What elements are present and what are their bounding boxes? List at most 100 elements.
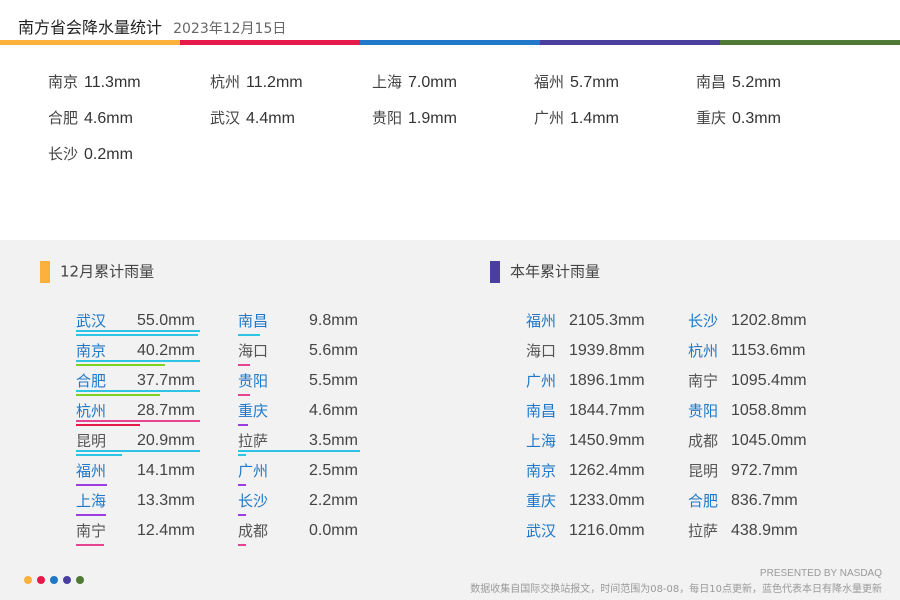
dot-yellow (24, 576, 32, 584)
city-name: 武汉 (526, 522, 557, 540)
today-value: 1.4mm (570, 110, 619, 127)
city-value: 14.1mm (137, 462, 195, 479)
city-row: 福州 14.1mm (76, 456, 195, 486)
city-row: 重庆 4.6mm (238, 396, 358, 426)
city-row: 长沙 2.2mm (238, 486, 358, 516)
city-row: 成都 0.0mm (238, 516, 358, 546)
today-city: 重庆 (695, 109, 726, 127)
today-value: 11.3mm (84, 74, 141, 91)
city-value: 2105.3mm (569, 312, 645, 329)
city-value: 972.7mm (731, 462, 798, 479)
today-value: 5.7mm (570, 74, 619, 91)
city-row: 上海 1450.9mm (526, 426, 645, 456)
city-row: 成都 1045.0mm (688, 426, 807, 456)
today-value: 5.2mm (732, 74, 781, 91)
today-rainfall: 南京 11.3mm 杭州 11.2mm 上海 7.0mm 福州 5.7mm 南昌 5.2mm 合肥 4… (40, 70, 880, 166)
city-name: 长沙 (238, 492, 269, 510)
presented-by: PRESENTED BY NASDAQ (759, 568, 882, 579)
city-value: 1058.8mm (731, 402, 807, 419)
rain-bar-secondary (76, 360, 200, 362)
city-name: 长沙 (688, 312, 719, 330)
today-value: 11.2mm (246, 74, 303, 91)
city-value: 9.8mm (309, 312, 358, 329)
december-column-1: 武汉 55.0mm 南京 40.2mm 合肥 37.7mm 杭州 28.7mm 昆明 20.9mm… (76, 306, 200, 546)
rain-bar-secondary (76, 450, 200, 452)
city-row: 武汉 55.0mm (76, 306, 200, 336)
today-value: 4.6mm (84, 110, 133, 127)
city-value: 1233.0mm (569, 492, 645, 509)
city-name: 重庆 (238, 402, 269, 420)
city-row: 杭州 1153.6mm (688, 336, 805, 366)
city-value: 1450.9mm (569, 432, 645, 449)
city-value: 13.3mm (137, 492, 195, 509)
city-row: 武汉 1216.0mm (526, 516, 645, 546)
city-value: 1939.8mm (569, 342, 645, 359)
today-item: 杭州 11.2mm (202, 70, 364, 94)
city-value: 2.2mm (309, 492, 358, 509)
today-item: 重庆 0.3mm (688, 106, 850, 130)
december-heading: 12月累计雨量 (40, 259, 154, 283)
city-row: 长沙 1202.8mm (688, 306, 807, 336)
city-row: 海口 1939.8mm (526, 336, 645, 366)
city-row: 合肥 37.7mm (76, 366, 200, 396)
rain-bar-secondary (76, 390, 200, 392)
city-name: 杭州 (688, 342, 719, 360)
cumulative-panel: 12月累计雨量 本年累计雨量 武汉 55.0mm 南京 40.2mm 合肥 37.7mm 杭… (0, 240, 900, 600)
today-item: 上海 7.0mm (364, 70, 526, 94)
dot-indigo (63, 576, 71, 584)
color-divider (0, 40, 900, 45)
city-name: 上海 (76, 492, 107, 510)
today-value: 0.2mm (84, 146, 133, 163)
city-name: 贵阳 (238, 372, 269, 390)
dot-red (37, 576, 45, 584)
dot-blue (50, 576, 58, 584)
city-row: 南京 40.2mm (76, 336, 200, 366)
city-row: 合肥 836.7mm (688, 486, 798, 516)
city-value: 1202.8mm (731, 312, 807, 329)
divider-yellow (0, 40, 180, 45)
city-name: 拉萨 (688, 522, 719, 540)
city-name: 南宁 (688, 372, 719, 390)
footer-note: 数据收集自国际交换站报文，时间范围为08-08，每日10点更新，蓝色代表本日有降… (470, 584, 882, 595)
city-name: 海口 (238, 342, 269, 360)
city-row: 广州 1896.1mm (526, 366, 645, 396)
page-title: 南方省会降水量统计 (18, 18, 163, 37)
today-grid: 南京 11.3mm 杭州 11.2mm 上海 7.0mm 福州 5.7mm 南昌 5.2mm 合肥 4… (40, 70, 880, 166)
year-heading: 本年累计雨量 (490, 259, 600, 283)
city-name: 重庆 (526, 492, 557, 510)
divider-green (720, 40, 900, 45)
year-column-1: 福州 2105.3mm 海口 1939.8mm 广州 1896.1mm 南昌 1844.7mm… (526, 306, 645, 546)
city-row: 昆明 20.9mm (76, 426, 200, 456)
today-city: 福州 (533, 73, 564, 91)
city-value: 1262.4mm (569, 462, 645, 479)
today-city: 广州 (533, 109, 564, 127)
city-row: 杭州 28.7mm (76, 396, 200, 426)
city-name: 昆明 (688, 462, 719, 480)
city-row: 南宁 1095.4mm (688, 366, 807, 396)
city-row: 海口 5.6mm (238, 336, 358, 366)
city-value: 1095.4mm (731, 372, 807, 389)
city-name: 广州 (238, 462, 269, 480)
legend-dots (24, 576, 84, 584)
today-item: 南昌 5.2mm (688, 70, 850, 94)
city-row: 南昌 1844.7mm (526, 396, 645, 426)
city-row: 拉萨 3.5mm (238, 426, 360, 456)
city-value: 438.9mm (731, 522, 798, 539)
city-value: 1896.1mm (569, 372, 645, 389)
divider-red (180, 40, 360, 45)
today-city: 南昌 (695, 73, 726, 91)
december-column-2: 南昌 9.8mm 海口 5.6mm 贵阳 5.5mm 重庆 4.6mm 拉萨 3.5mm 广州 2.5… (238, 306, 360, 546)
city-row: 上海 13.3mm (76, 486, 195, 516)
city-value: 2.5mm (309, 462, 358, 479)
today-city: 武汉 (209, 109, 240, 127)
city-value: 1045.0mm (731, 432, 807, 449)
city-name: 成都 (238, 522, 269, 540)
city-row: 南昌 9.8mm (238, 306, 358, 336)
december-marker (40, 260, 50, 283)
today-city: 长沙 (47, 145, 78, 163)
divider-blue (360, 40, 540, 45)
today-value: 7.0mm (408, 74, 457, 91)
today-city: 上海 (371, 73, 402, 91)
today-city: 贵阳 (371, 109, 402, 127)
city-row: 南京 1262.4mm (526, 456, 645, 486)
